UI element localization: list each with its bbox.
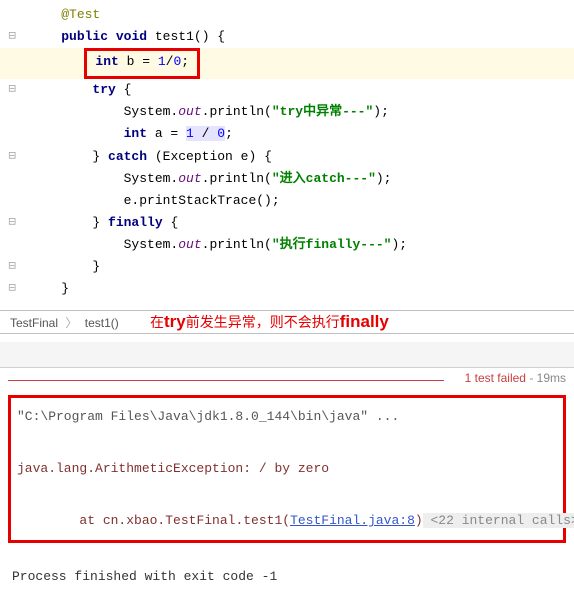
code-line-highlighted: int b = 1/0; <box>0 48 574 79</box>
code-line: ⊟ } catch (Exception e) { <box>0 146 574 168</box>
code-line: System.out.println("进入catch---"); <box>0 168 574 190</box>
breadcrumb-bar: TestFinal 〉 test1() 在try前发生异常，则不会执行final… <box>0 310 574 334</box>
code-line: ⊟ } <box>0 256 574 278</box>
exit-code-line: Process finished with exit code -1 <box>0 551 574 598</box>
console-stacktrace: at cn.xbao.TestFinal.test1(TestFinal.jav… <box>17 508 557 534</box>
code-editor[interactable]: @Test ⊟ public void test1() { int b = 1/… <box>0 0 574 310</box>
fold-icon[interactable]: ⊟ <box>8 214 16 231</box>
breadcrumb-separator-icon: 〉 <box>65 316 77 330</box>
console-line: "C:\Program Files\Java\jdk1.8.0_144\bin\… <box>17 404 557 430</box>
console-line <box>17 482 557 508</box>
breadcrumb-class[interactable]: TestFinal <box>10 316 58 330</box>
test-time: - 19ms <box>526 371 566 385</box>
code-line: ⊟ } <box>0 278 574 300</box>
test-fail-count: 1 test failed <box>465 371 526 385</box>
fold-icon[interactable]: ⊟ <box>8 259 16 276</box>
breadcrumb-method[interactable]: test1() <box>85 316 119 330</box>
user-annotation: 在try前发生异常，则不会执行finally <box>150 312 389 332</box>
code-line: int a = 1 / 0; <box>0 123 574 145</box>
code-line: System.out.println("执行finally---"); <box>0 234 574 256</box>
annotation-test: @Test <box>61 7 100 22</box>
panel-divider <box>0 342 574 368</box>
code-line: ⊟ } finally { <box>0 212 574 234</box>
console-output[interactable]: "C:\Program Files\Java\jdk1.8.0_144\bin\… <box>8 395 566 543</box>
test-status-bar: 1 test failed - 19ms <box>0 368 574 391</box>
code-line: ⊟ try { <box>0 79 574 101</box>
code-line: System.out.println("try中异常---"); <box>0 101 574 123</box>
console-line <box>17 430 557 456</box>
code-line: @Test <box>0 4 574 26</box>
fold-icon[interactable]: ⊟ <box>8 29 16 46</box>
code-line: ⊟ public void test1() { <box>0 26 574 48</box>
internal-calls: <22 internal calls> <box>423 513 574 528</box>
fold-icon[interactable]: ⊟ <box>8 82 16 99</box>
fold-icon[interactable]: ⊟ <box>8 281 16 298</box>
stacktrace-link[interactable]: TestFinal.java:8 <box>290 513 415 528</box>
error-highlight-box: int b = 1/0; <box>84 48 200 79</box>
console-exception: java.lang.ArithmeticException: / by zero <box>17 456 557 482</box>
fold-icon[interactable]: ⊟ <box>8 148 16 165</box>
code-line: e.printStackTrace(); <box>0 190 574 212</box>
